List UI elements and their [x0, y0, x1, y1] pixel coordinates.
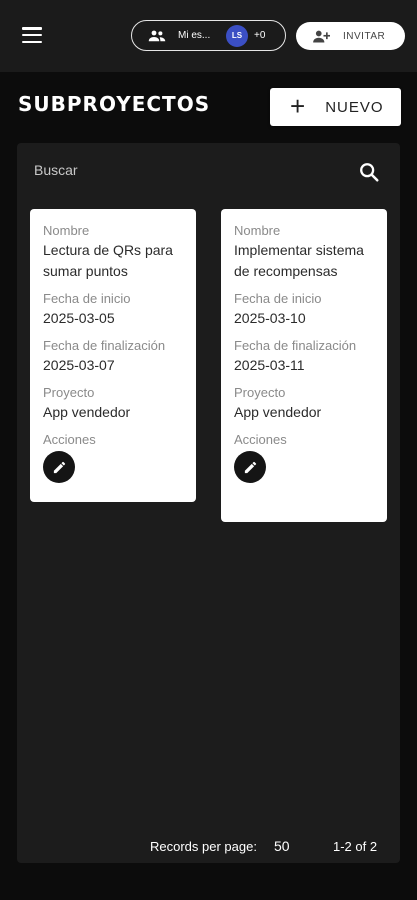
search-input[interactable]: Buscar: [34, 162, 78, 178]
person-add-icon: [313, 30, 330, 42]
search-icon[interactable]: [358, 161, 380, 183]
project-value: App vendedor: [43, 404, 131, 420]
end-date-label: Fecha de finalización: [43, 338, 166, 353]
edit-button[interactable]: [43, 451, 75, 483]
plus-icon: +: [290, 91, 306, 121]
top-bar: Mi es... LS +0 INVITAR: [0, 0, 417, 72]
pagination-range: 1-2 of 2: [333, 839, 378, 854]
pencil-icon: [244, 461, 256, 473]
actions-label: Acciones: [234, 432, 287, 447]
project-label: Proyecto: [43, 385, 95, 400]
end-date-label: Fecha de finalización: [234, 338, 357, 353]
end-date-value: 2025-03-11: [234, 357, 305, 373]
subproject-name: Implementar sistema de recompensas: [234, 242, 364, 279]
start-date-label: Fecha de inicio: [234, 291, 322, 306]
subproject-card: Nombre Lectura de QRs para sumar puntos …: [30, 209, 196, 502]
project-value: App vendedor: [234, 404, 322, 420]
new-subproject-button[interactable]: + NUEVO: [270, 88, 401, 126]
hamburger-menu-icon[interactable]: [22, 27, 42, 43]
page-title: SUBPROYECTOS: [18, 92, 211, 116]
extra-members-count: +0: [254, 30, 266, 41]
records-per-page-select[interactable]: 50: [274, 838, 290, 854]
invite-button[interactable]: INVITAR: [296, 22, 405, 50]
subproject-name: Lectura de QRs para sumar puntos: [43, 242, 173, 279]
workspace-name: Mi es...: [178, 30, 211, 41]
start-date-label: Fecha de inicio: [43, 291, 131, 306]
start-date-value: 2025-03-05: [43, 310, 115, 326]
subprojects-panel: Buscar Nombre Lectura de QRs para sumar …: [17, 143, 400, 863]
start-date-value: 2025-03-10: [234, 310, 306, 326]
edit-button[interactable]: [234, 451, 266, 483]
subproject-card: Nombre Implementar sistema de recompensa…: [221, 209, 387, 522]
avatar: LS: [226, 24, 248, 47]
records-per-page-label: Records per page:: [150, 839, 257, 854]
workspace-selector[interactable]: Mi es... LS +0: [131, 20, 286, 51]
new-button-label: NUEVO: [325, 98, 384, 116]
invite-label: INVITAR: [343, 30, 386, 42]
name-label: Nombre: [234, 223, 281, 238]
name-label: Nombre: [43, 223, 90, 238]
group-icon: [148, 30, 166, 41]
actions-label: Acciones: [43, 432, 96, 447]
project-label: Proyecto: [234, 385, 286, 400]
end-date-value: 2025-03-07: [43, 357, 115, 373]
pencil-icon: [53, 461, 65, 473]
